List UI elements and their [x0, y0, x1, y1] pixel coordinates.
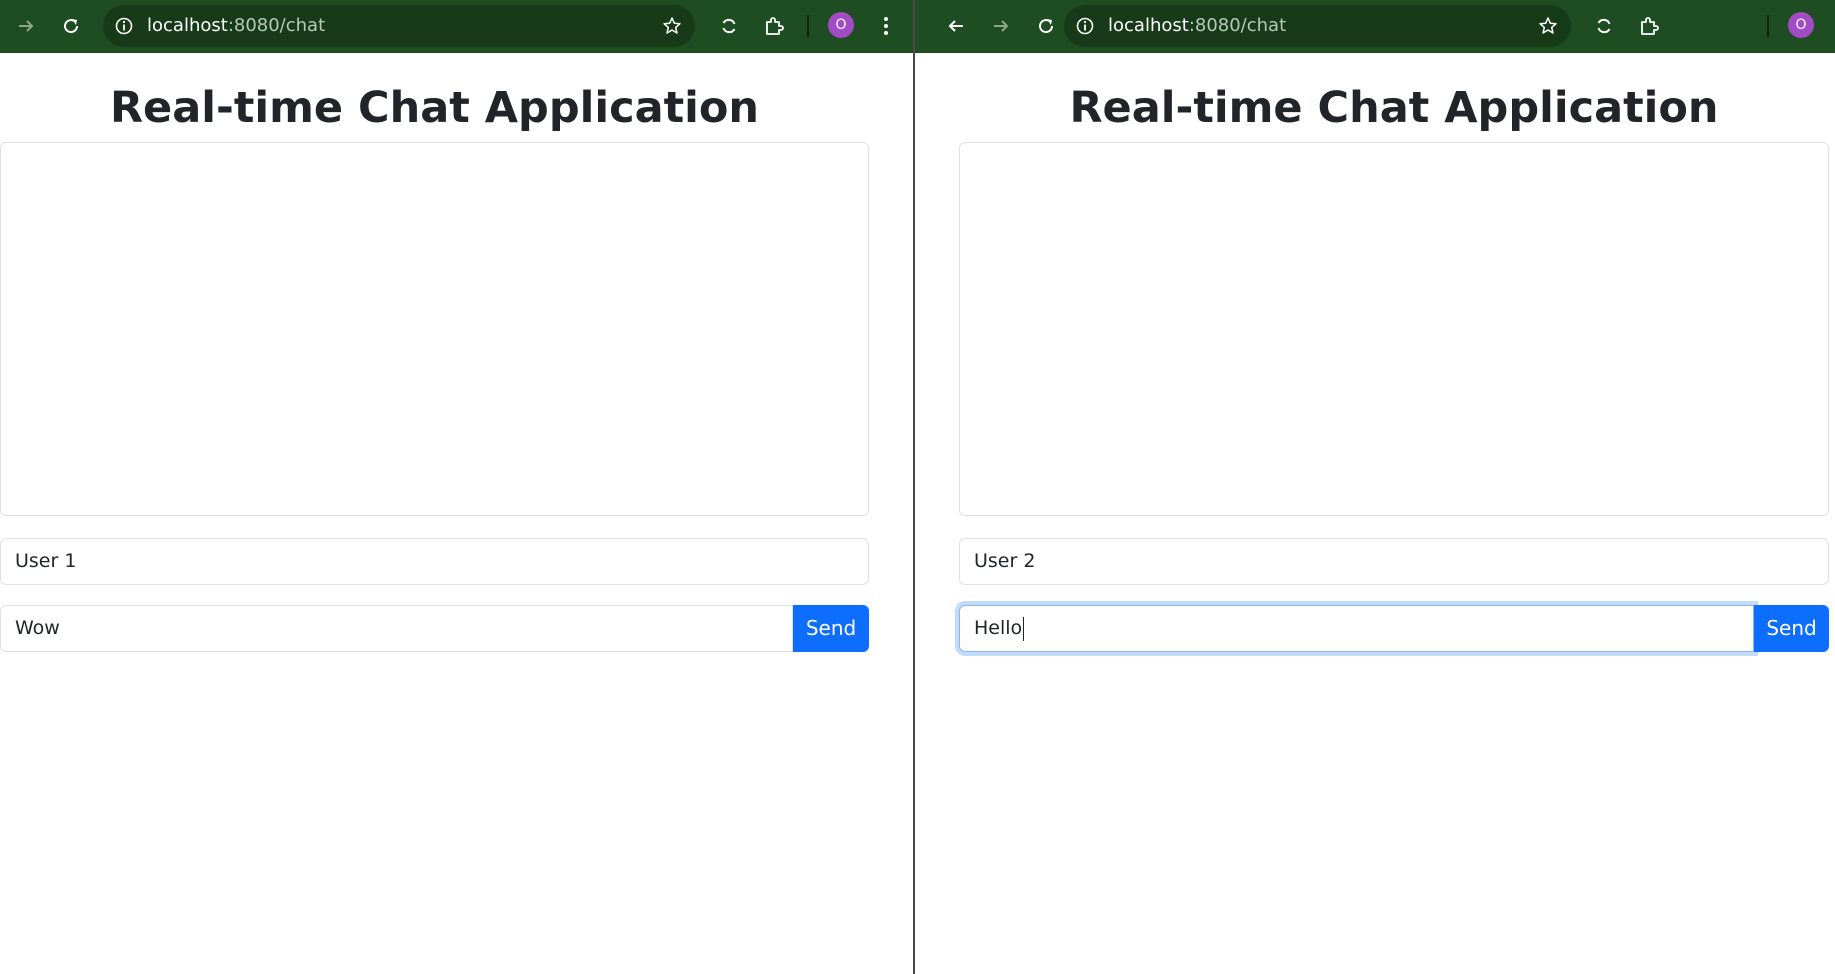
toolbar-separator [807, 15, 809, 37]
text-caret [1023, 616, 1025, 641]
page-title: Real-time Chat Application [109, 83, 760, 133]
bookmark-star-icon[interactable] [1537, 15, 1559, 37]
bookmark-star-icon[interactable] [661, 15, 683, 37]
chat-messages-box[interactable] [0, 142, 869, 516]
browser-window-right: localhost:8080/chat O Real-time Chat App… [915, 0, 1835, 974]
profile-avatar[interactable]: O [1788, 12, 1814, 38]
back-arrow-icon[interactable] [941, 11, 971, 41]
message-input[interactable]: Wow [0, 605, 793, 652]
reload-icon[interactable] [1031, 11, 1061, 41]
extensions-puzzle-icon[interactable] [1634, 11, 1664, 41]
profile-avatar[interactable]: O [828, 12, 854, 38]
sync-icon[interactable] [1589, 11, 1619, 41]
username-input[interactable]: User 2 [959, 538, 1829, 585]
address-bar[interactable]: localhost:8080/chat [1064, 5, 1571, 47]
reload-icon[interactable] [56, 11, 86, 41]
url-path: :8080/chat [227, 15, 326, 36]
message-input[interactable]: Hello [959, 605, 1754, 652]
address-url: localhost:8080/chat [1108, 5, 1286, 47]
site-info-icon[interactable] [1074, 15, 1096, 37]
sync-icon[interactable] [714, 11, 744, 41]
chat-page: Real-time Chat Application User 2 Hello … [915, 53, 1835, 974]
username-input[interactable]: User 1 [0, 538, 869, 585]
url-path: :8080/chat [1188, 15, 1287, 36]
more-menu-icon[interactable] [871, 11, 901, 41]
site-info-icon[interactable] [113, 15, 135, 37]
url-host: localhost [147, 15, 228, 36]
url-host: localhost [1108, 15, 1189, 36]
address-bar[interactable]: localhost:8080/chat [103, 5, 695, 47]
send-button[interactable]: Send [793, 605, 869, 652]
extensions-puzzle-icon[interactable] [759, 11, 789, 41]
browser-toolbar: localhost:8080/chat O [0, 0, 913, 53]
chat-messages-box[interactable] [959, 142, 1829, 516]
send-button[interactable]: Send [1754, 605, 1829, 652]
message-input-text: Hello [974, 617, 1023, 639]
address-url: localhost:8080/chat [147, 5, 325, 47]
chat-page: Real-time Chat Application User 1 Wow Se… [0, 53, 913, 974]
forward-arrow-icon[interactable] [986, 11, 1016, 41]
page-title: Real-time Chat Application [1069, 83, 1719, 133]
browser-window-left: localhost:8080/chat O Real-time Chat App… [0, 0, 913, 974]
browser-toolbar: localhost:8080/chat O [915, 0, 1835, 53]
forward-arrow-icon[interactable] [11, 11, 41, 41]
toolbar-separator [1767, 15, 1769, 37]
